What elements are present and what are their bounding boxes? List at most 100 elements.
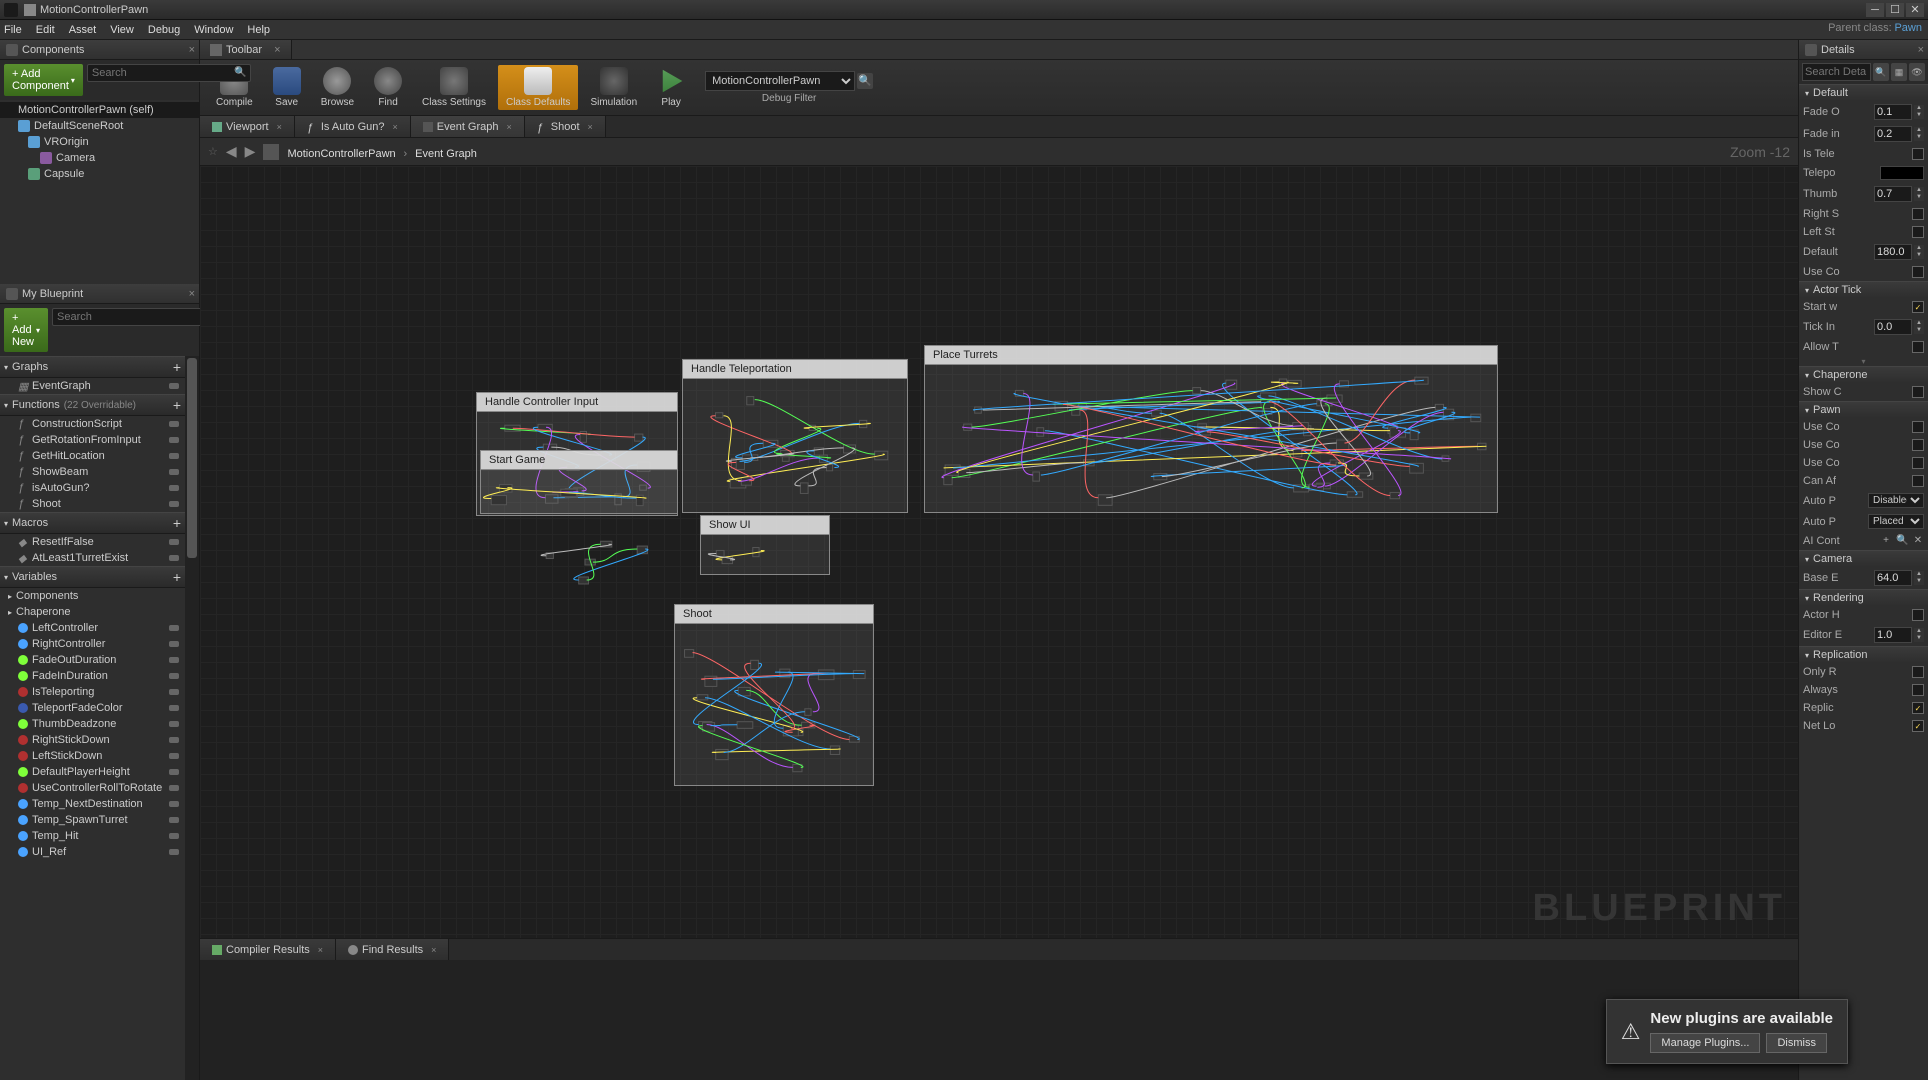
visibility-icon[interactable] (169, 437, 179, 443)
visibility-icon[interactable] (169, 705, 179, 711)
item-eventgraph[interactable]: ▦EventGraph (0, 378, 185, 394)
spinner[interactable]: ▲▼ (1914, 127, 1924, 141)
tab-is-auto-gun-[interactable]: ƒIs Auto Gun?× (295, 116, 411, 137)
save-button[interactable]: Save (265, 65, 309, 110)
item-rightcontroller[interactable]: RightController (0, 636, 185, 652)
find-button[interactable]: Find (366, 65, 410, 110)
item-showbeam[interactable]: ƒShowBeam (0, 464, 185, 480)
event-graph-canvas[interactable]: BLUEPRINT Handle Controller InputHandle … (200, 166, 1798, 938)
property-checkbox[interactable] (1912, 148, 1924, 160)
property-checkbox[interactable] (1912, 439, 1924, 451)
item-temp_hit[interactable]: Temp_Hit (0, 828, 185, 844)
item-leftstickdown[interactable]: LeftStickDown (0, 748, 185, 764)
details-section-actor-tick[interactable]: Actor Tick (1799, 281, 1928, 298)
visibility-icon[interactable] (169, 383, 179, 389)
property-checkbox[interactable] (1912, 266, 1924, 278)
visibility-icon[interactable] (169, 817, 179, 823)
close-icon[interactable]: × (189, 44, 195, 56)
add-icon[interactable]: + (1880, 535, 1892, 547)
property-input[interactable] (1874, 627, 1912, 643)
add-icon[interactable]: + (173, 569, 181, 585)
item-isteleporting[interactable]: IsTeleporting (0, 684, 185, 700)
property-checkbox[interactable] (1912, 609, 1924, 621)
tab-viewport[interactable]: Viewport× (200, 116, 295, 137)
property-input[interactable] (1874, 186, 1912, 202)
eye-icon[interactable]: 👁 (1909, 63, 1925, 81)
debug-filter-select[interactable]: MotionControllerPawn (705, 71, 855, 91)
details-section-camera[interactable]: Camera (1799, 550, 1928, 567)
spinner[interactable]: ▲▼ (1914, 320, 1924, 334)
item-gethitlocation[interactable]: ƒGetHitLocation (0, 448, 185, 464)
myblueprint-panel-tab[interactable]: My Blueprint × (0, 284, 199, 304)
spinner[interactable]: ▲▼ (1914, 245, 1924, 259)
details-section-rendering[interactable]: Rendering (1799, 589, 1928, 606)
item-getrotationfrominput[interactable]: ƒGetRotationFromInput (0, 432, 185, 448)
component-camera[interactable]: Camera (0, 150, 199, 166)
spinner[interactable]: ▲▼ (1914, 187, 1924, 201)
menu-file[interactable]: File (4, 24, 22, 36)
visibility-icon[interactable] (169, 753, 179, 759)
close-icon[interactable]: × (1918, 44, 1924, 56)
spinner[interactable]: ▲▼ (1914, 628, 1924, 642)
property-checkbox[interactable]: ✓ (1912, 301, 1924, 313)
dismiss-button[interactable]: Dismiss (1766, 1033, 1827, 1053)
details-section-replication[interactable]: Replication (1799, 646, 1928, 663)
section-functions[interactable]: ▾Functions(22 Overridable)+ (0, 394, 185, 416)
property-color[interactable] (1880, 166, 1924, 180)
property-checkbox[interactable] (1912, 666, 1924, 678)
item-atleast1turretexist[interactable]: ◆AtLeast1TurretExist (0, 550, 185, 566)
close-button[interactable]: ✕ (1906, 3, 1924, 17)
add-icon[interactable]: + (173, 515, 181, 531)
spinner[interactable]: ▲▼ (1914, 571, 1924, 585)
play-button[interactable]: Play (649, 65, 693, 110)
item-fadeoutduration[interactable]: FadeOutDuration (0, 652, 185, 668)
item-constructionscript[interactable]: ƒConstructionScript (0, 416, 185, 432)
menu-asset[interactable]: Asset (69, 24, 97, 36)
visibility-icon[interactable] (169, 485, 179, 491)
myblueprint-search-input[interactable] (52, 308, 216, 326)
details-search-input[interactable] (1802, 63, 1871, 81)
search-icon[interactable]: 🔍 (1873, 63, 1889, 81)
property-checkbox[interactable] (1912, 684, 1924, 696)
close-icon[interactable]: × (431, 945, 436, 955)
section-macros[interactable]: ▾Macros+ (0, 512, 185, 534)
close-icon[interactable]: × (189, 288, 195, 300)
menu-debug[interactable]: Debug (148, 24, 180, 36)
component-root-self[interactable]: MotionControllerPawn (self) (0, 102, 199, 118)
property-checkbox[interactable] (1912, 386, 1924, 398)
visibility-icon[interactable] (169, 421, 179, 427)
property-input[interactable] (1874, 126, 1912, 142)
browse-icon[interactable]: 🔍 (1896, 535, 1908, 547)
property-input[interactable] (1874, 570, 1912, 586)
details-section-pawn[interactable]: Pawn (1799, 401, 1928, 418)
section-graphs[interactable]: ▾Graphs+ (0, 356, 185, 378)
nav-forward-button[interactable]: ▶ (245, 143, 256, 160)
visibility-icon[interactable] (169, 833, 179, 839)
component-capsule[interactable]: Capsule (0, 166, 199, 182)
visibility-icon[interactable] (169, 801, 179, 807)
property-checkbox[interactable] (1912, 341, 1924, 353)
add-new-button[interactable]: + Add New▾ (4, 308, 48, 352)
visibility-icon[interactable] (169, 453, 179, 459)
item-isautogun-[interactable]: ƒisAutoGun? (0, 480, 185, 496)
breadcrumb-current[interactable]: Event Graph (415, 148, 477, 160)
visibility-icon[interactable] (169, 737, 179, 743)
visibility-icon[interactable] (169, 539, 179, 545)
visibility-icon[interactable] (169, 769, 179, 775)
scrollbar[interactable] (185, 356, 199, 1080)
menu-edit[interactable]: Edit (36, 24, 55, 36)
comment-place-turrets[interactable]: Place Turrets (924, 345, 1498, 513)
tab-shoot[interactable]: ƒShoot× (525, 116, 606, 137)
item-thumbdeadzone[interactable]: ThumbDeadzone (0, 716, 185, 732)
details-section-default[interactable]: Default (1799, 84, 1928, 101)
visibility-icon[interactable] (169, 469, 179, 475)
property-checkbox[interactable] (1912, 226, 1924, 238)
visibility-icon[interactable] (169, 501, 179, 507)
property-checkbox[interactable] (1912, 208, 1924, 220)
item-rightstickdown[interactable]: RightStickDown (0, 732, 185, 748)
item-shoot[interactable]: ƒShoot (0, 496, 185, 512)
visibility-icon[interactable] (169, 689, 179, 695)
components-search-input[interactable] (87, 64, 251, 82)
details-panel-tab[interactable]: Details × (1799, 40, 1928, 60)
tab-event-graph[interactable]: Event Graph× (411, 116, 525, 137)
